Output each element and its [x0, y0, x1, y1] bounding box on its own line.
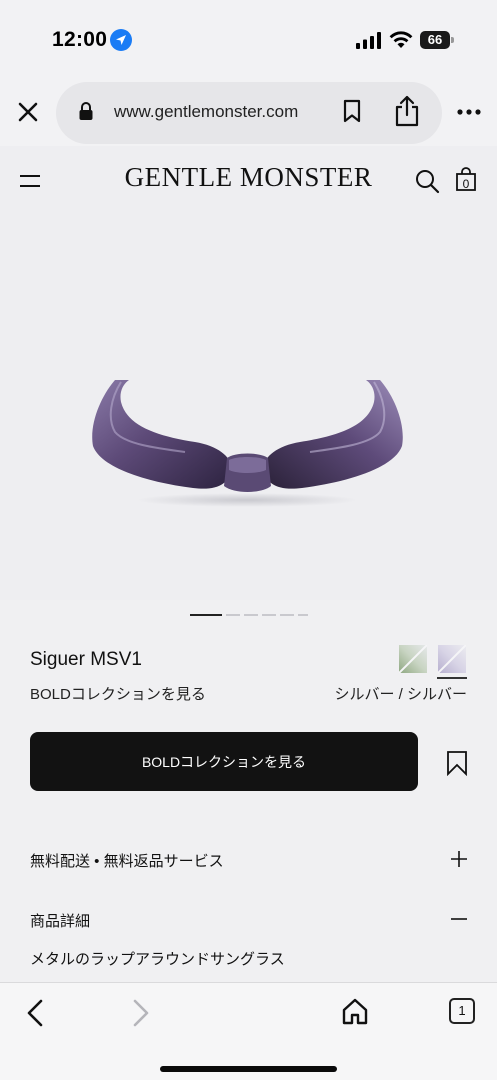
- tab-count: 1: [458, 1003, 466, 1018]
- wishlist-bookmark-icon[interactable]: [446, 750, 468, 776]
- color-swatch-silver-lavender[interactable]: [438, 645, 466, 673]
- site-header: GENTLE MONSTER 0: [0, 146, 497, 216]
- bag-count: 0: [462, 177, 470, 191]
- color-swatch-silver-green[interactable]: [399, 645, 427, 673]
- location-arrow-icon: [110, 29, 132, 51]
- carousel-indicator: [190, 614, 308, 616]
- bookmark-icon[interactable]: [342, 99, 362, 123]
- search-icon[interactable]: [414, 168, 440, 194]
- wifi-icon: [389, 31, 413, 48]
- view-collection-label: BOLDコレクションを見る: [141, 754, 307, 770]
- color-name: シルバー / シルバー: [334, 686, 467, 703]
- carousel-segment: [190, 614, 222, 616]
- cellular-signal-icon: [356, 32, 381, 49]
- carousel-segment: [298, 614, 308, 616]
- view-collection-button[interactable]: BOLDコレクションを見る: [30, 732, 418, 791]
- shipping-label: 無料配送 • 無料返品サービス: [30, 853, 224, 870]
- details-description: メタルのラップアラウンドサングラス: [30, 951, 285, 968]
- carousel-segment: [280, 614, 294, 616]
- close-icon[interactable]: [14, 98, 42, 126]
- battery-icon: 66: [420, 31, 454, 49]
- selected-swatch-indicator: [437, 677, 467, 679]
- details-accordion[interactable]: 商品詳細: [30, 908, 468, 932]
- more-icon[interactable]: [457, 109, 481, 115]
- battery-level: 66: [427, 32, 443, 47]
- details-label: 商品詳細: [30, 913, 91, 930]
- shipping-accordion[interactable]: 無料配送 • 無料返品サービス: [30, 848, 468, 872]
- product-image-carousel[interactable]: [0, 216, 497, 616]
- minus-icon[interactable]: [450, 910, 468, 928]
- lock-icon: [79, 102, 93, 120]
- browser-toolbar: 1: [0, 982, 497, 1080]
- home-indicator: [160, 1066, 337, 1072]
- carousel-segment: [244, 614, 258, 616]
- plus-icon[interactable]: [450, 850, 468, 868]
- status-bar: 12:00 66: [0, 0, 497, 80]
- collection-link[interactable]: BOLDコレクションを見る: [30, 683, 206, 704]
- home-icon[interactable]: [341, 997, 369, 1025]
- chevron-left-icon[interactable]: [24, 998, 46, 1028]
- share-icon[interactable]: [393, 94, 421, 128]
- carousel-segment: [226, 614, 240, 616]
- product-name: Siguer MSV1: [30, 649, 142, 670]
- status-time: 12:00: [52, 28, 108, 51]
- chevron-right-icon[interactable]: [130, 998, 152, 1028]
- url-text[interactable]: www.gentlemonster.com: [114, 102, 298, 122]
- carousel-segment: [262, 614, 276, 616]
- product-image: [92, 380, 403, 507]
- tabs-icon[interactable]: 1: [449, 998, 475, 1024]
- browser-address-bar: www.gentlemonster.com: [0, 80, 497, 146]
